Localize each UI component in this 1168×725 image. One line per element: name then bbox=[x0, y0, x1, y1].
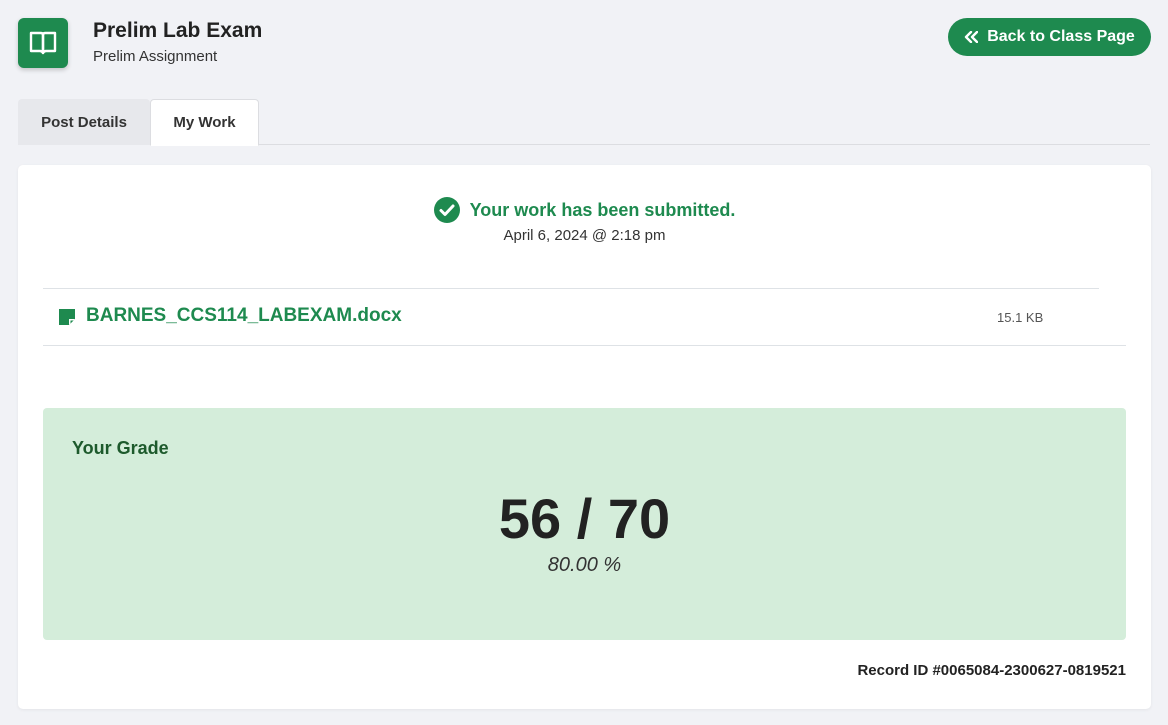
submission-status-text: Your work has been submitted. bbox=[469, 199, 736, 220]
grade-score: 56 / 70 bbox=[498, 487, 671, 550]
file-icon bbox=[59, 309, 75, 325]
tab-bar: Post Details My Work bbox=[18, 99, 1150, 146]
file-size: 15.1 KB bbox=[997, 310, 1044, 325]
book-open-icon bbox=[29, 31, 57, 55]
check-circle-icon bbox=[433, 197, 460, 223]
page-subtitle: Prelim Assignment bbox=[93, 48, 218, 65]
my-work-card: Your work has been submitted. April 6, 2… bbox=[18, 165, 1151, 709]
grade-percent: 80.00 % bbox=[547, 554, 622, 576]
tab-my-work[interactable]: My Work bbox=[150, 99, 259, 146]
back-to-class-button[interactable]: Back to Class Page bbox=[948, 18, 1151, 56]
double-chevron-left-icon bbox=[964, 31, 979, 43]
page-title: Prelim Lab Exam bbox=[93, 19, 263, 42]
attached-file-row: BARNES_CCS114_LABEXAM.docx 15.1 KB bbox=[43, 288, 1127, 346]
submission-date: April 6, 2024 @ 2:18 pm bbox=[503, 227, 666, 244]
grade-label: Your Grade bbox=[72, 438, 169, 458]
record-id: Record ID #0065084-2300627-0819521 bbox=[857, 662, 1126, 679]
page-header: Prelim Lab Exam Prelim Assignment Back t… bbox=[18, 17, 1151, 69]
submission-status: Your work has been submitted. bbox=[18, 197, 1151, 223]
back-button-label: Back to Class Page bbox=[987, 28, 1135, 45]
file-name-link[interactable]: BARNES_CCS114_LABEXAM.docx bbox=[86, 305, 402, 327]
tab-post-details[interactable]: Post Details bbox=[18, 99, 150, 145]
grade-panel: Your Grade 56 / 70 80.00 % bbox=[43, 408, 1126, 640]
assignment-logo bbox=[18, 18, 68, 68]
